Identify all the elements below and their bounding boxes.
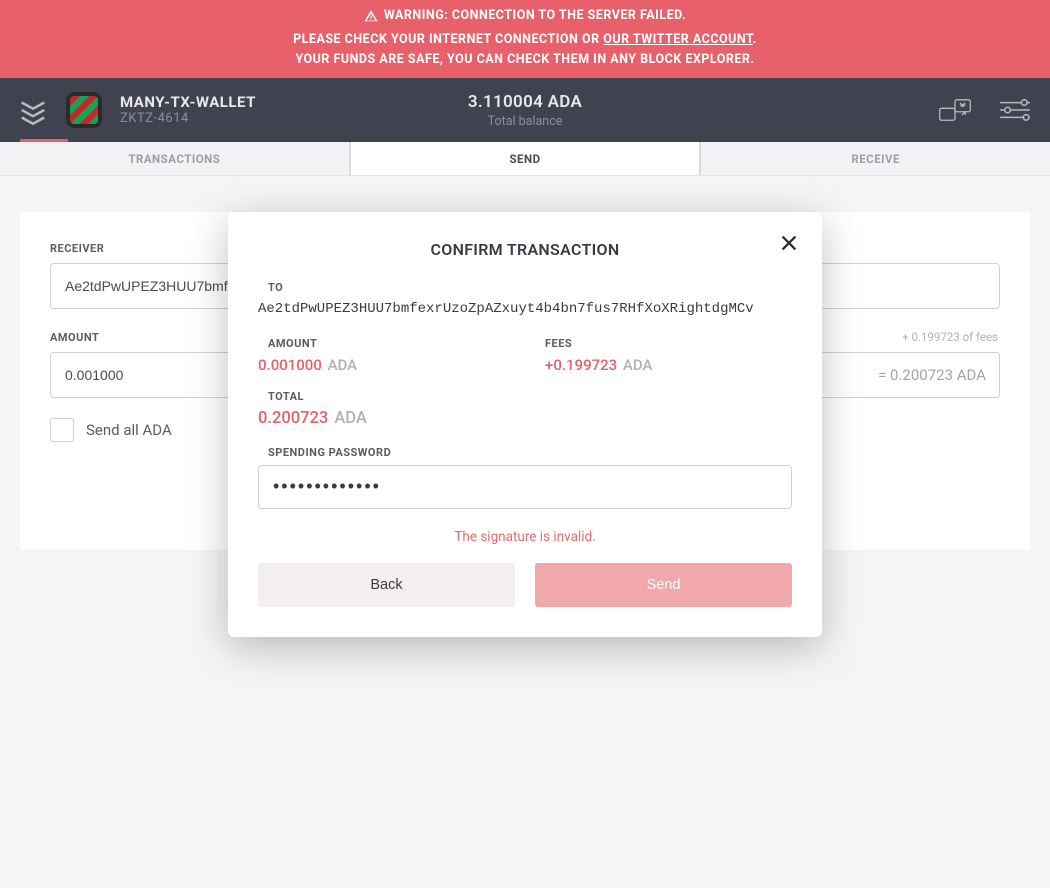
close-icon[interactable] (778, 232, 800, 254)
modal-total-label: TOTAL (268, 390, 792, 403)
modal-amount-currency: ADA (328, 356, 358, 374)
spending-password-input[interactable] (258, 465, 792, 509)
modal-fees-currency: ADA (623, 356, 653, 374)
send-button[interactable]: Send (535, 563, 792, 607)
to-label: TO (268, 281, 792, 294)
modal-fees-value: +0.199723 (545, 356, 617, 374)
modal-amount-value: 0.001000 (258, 356, 322, 374)
back-button[interactable]: Back (258, 563, 515, 607)
modal-fees-label: FEES (545, 337, 792, 350)
confirm-transaction-modal: CONFIRM TRANSACTION TO Ae2tdPwUPEZ3HUU7b… (228, 212, 822, 637)
modal-amount-label: AMOUNT (268, 337, 505, 350)
modal-error-message: The signature is invalid. (258, 529, 792, 545)
modal-total-value: 0.200723 (258, 409, 328, 428)
to-address: Ae2tdPwUPEZ3HUU7bmfexrUzoZpAZxuyt4b4bn7f… (258, 300, 792, 319)
modal-total-currency: ADA (334, 409, 366, 428)
spending-password-label: SPENDING PASSWORD (268, 446, 792, 459)
modal-title: CONFIRM TRANSACTION (258, 240, 792, 259)
modal-overlay: CONFIRM TRANSACTION TO Ae2tdPwUPEZ3HUU7b… (0, 0, 1050, 888)
